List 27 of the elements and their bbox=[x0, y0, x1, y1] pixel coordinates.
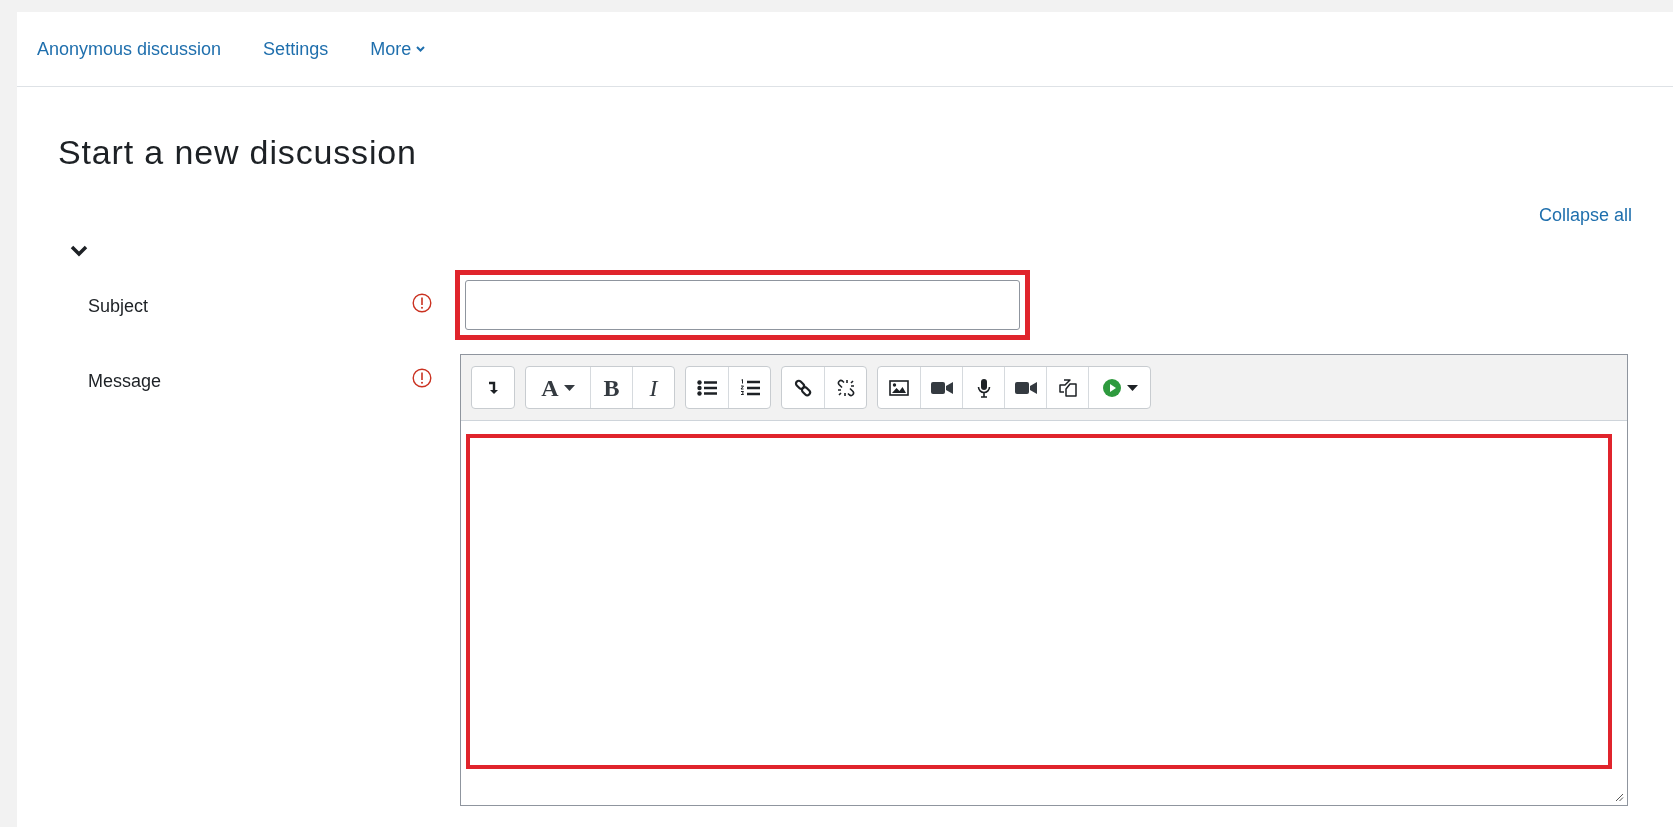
play-logo-icon bbox=[1101, 377, 1138, 398]
video-camera-icon bbox=[930, 380, 953, 395]
link-icon bbox=[794, 378, 812, 397]
arrow-down-icon bbox=[488, 380, 498, 395]
collapse-all-link[interactable]: Collapse all bbox=[1538, 202, 1632, 229]
toolbar-italic-button[interactable]: I bbox=[632, 367, 674, 408]
resize-handle-icon[interactable] bbox=[1615, 793, 1624, 802]
field-label: Message bbox=[87, 370, 163, 393]
nav-link[interactable]: Settings bbox=[263, 35, 329, 63]
more-menu-link[interactable]: More bbox=[370, 35, 426, 63]
toolbar-font-button[interactable]: A bbox=[526, 367, 590, 408]
field-label: Subject bbox=[87, 295, 150, 318]
chevron-down-icon bbox=[416, 46, 426, 52]
page-heading: Start a new discussion bbox=[58, 132, 417, 173]
video-camera-icon bbox=[1014, 380, 1037, 395]
microphone-icon bbox=[976, 377, 991, 398]
toolbar-bold-button[interactable]: B bbox=[590, 367, 632, 408]
subject-input[interactable] bbox=[465, 280, 1020, 330]
numbered-list-icon bbox=[739, 378, 760, 397]
nav-link[interactable]: Anonymous discussion bbox=[37, 35, 222, 63]
copy-icon bbox=[1058, 378, 1077, 397]
bullet-list-icon bbox=[697, 379, 717, 396]
chevron-down-icon[interactable] bbox=[70, 245, 88, 257]
image-icon bbox=[889, 379, 909, 396]
editor-content-area[interactable] bbox=[466, 434, 1612, 769]
caret-icon bbox=[563, 384, 575, 391]
unlink-icon bbox=[836, 378, 855, 397]
